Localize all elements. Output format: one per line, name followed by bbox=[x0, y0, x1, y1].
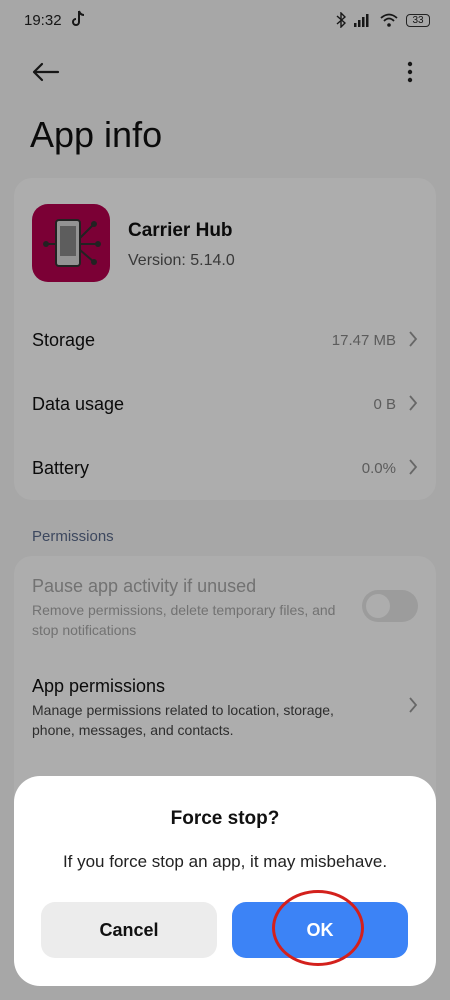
dialog-title: Force stop? bbox=[170, 808, 280, 829]
highlight-circle-annotation bbox=[272, 890, 364, 966]
cancel-button[interactable]: Cancel bbox=[41, 902, 217, 958]
force-stop-dialog: Force stop? If you force stop an app, it… bbox=[14, 776, 436, 986]
dialog-message: If you force stop an app, it may misbeha… bbox=[62, 852, 388, 871]
